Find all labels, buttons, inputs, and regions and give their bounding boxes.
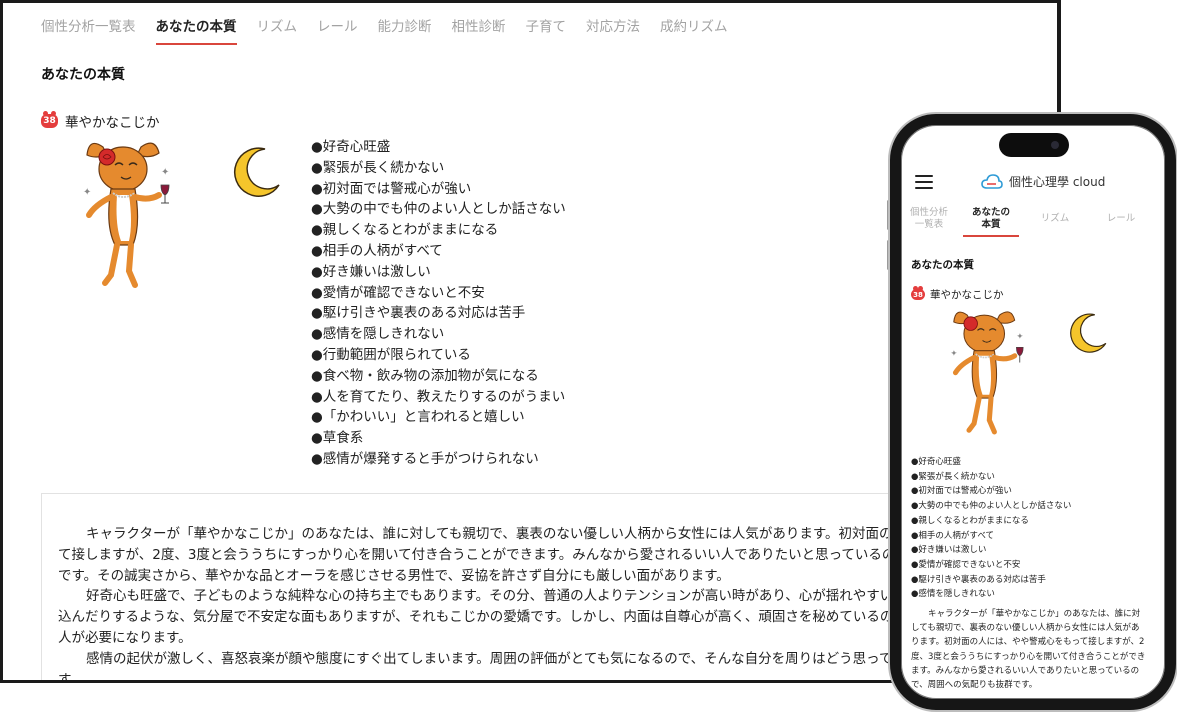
trait-item: ●草食系: [311, 430, 364, 447]
trait-item: ●「かわいい」と言われると嬉しい: [311, 409, 525, 426]
deer-icon: ✦ ✦: [83, 142, 170, 288]
dynamic-island: [999, 133, 1069, 157]
hamburger-menu-icon[interactable]: [915, 175, 933, 189]
moon-icon: [233, 147, 280, 197]
svg-text:✦: ✦: [950, 348, 957, 358]
deer-character-illustration: ✦ ✦: [83, 142, 170, 288]
phone-trait-item: ●感情を隠しきれない: [911, 589, 995, 600]
character-name: 華やかなこじか: [930, 289, 1004, 301]
character-name: 華やかなこじか: [65, 115, 160, 131]
phone-section-title: あなたの本質: [911, 259, 974, 271]
trait-item: ●行動範囲が限られている: [311, 346, 471, 363]
section-title: あなたの本質: [41, 67, 125, 83]
tab-bar: 個性分析一覧表 あなたの本質 リズム レール 能力診断 相性診断 子育て 対応方法 成約リズム: [41, 11, 748, 45]
trait-item: ●親しくなるとわがままになる: [311, 222, 499, 239]
phone-tab-bar: 個性分析 一覧表 あなたの 本質 リズム レール: [901, 207, 1165, 237]
tab-1[interactable]: 個性分析一覧表: [41, 11, 136, 45]
phone-trait-item: ●親しくなるとわがままになる: [911, 515, 1029, 526]
trait-item: ●感情が爆発すると手がつけられない: [311, 450, 539, 467]
trait-item: ●好奇心旺盛: [311, 139, 391, 155]
phone-tab-3[interactable]: リズム: [1025, 207, 1085, 237]
trait-item: ●大勢の中でも仲のよい人としか話さない: [311, 201, 566, 218]
character-number-badge: 38: [911, 286, 925, 300]
phone-trait-item: ●駆け引きや裏表のある対応は苦手: [911, 574, 1046, 585]
phone-trait-item: ●緊張が長く続かない: [911, 471, 995, 482]
cloud-icon: [981, 173, 1003, 189]
trait-item: ●感情を隠しきれない: [311, 326, 445, 343]
phone-description-paragraph: キャラクターが「華やかなこじか」のあなたは、誰に対しても親切で、裏表のない優しい…: [911, 609, 1146, 691]
phone-character-label: 38 華やかなこじか: [911, 286, 1004, 302]
trait-item: ●好き嫌いは激しい: [311, 263, 431, 280]
phone-traits-list: ●好奇心旺盛 ●緊張が長く続かない ●初対面では警戒心が強い ●大勢の中でも仲のよい人…: [911, 455, 1071, 602]
trait-item: ●人を育てたり、教えたりするのがうまい: [311, 388, 566, 405]
trait-item: ●緊張が長く続かない: [311, 159, 445, 176]
app-logo: 個性心理學 cloud: [981, 173, 1105, 190]
phone-trait-item: ●好き嫌いは激しい: [911, 545, 987, 556]
phone-trait-item: ●初対面では警戒心が強い: [911, 486, 1012, 497]
tab-7[interactable]: 子育て: [526, 11, 567, 45]
phone-mockup: 個性心理學 cloud 個性分析 一覧表 あなたの 本質 リズム レール あなたの本質…: [890, 114, 1176, 710]
tab-3[interactable]: リズム: [257, 11, 298, 45]
phone-trait-item: ●好奇心旺盛: [911, 457, 961, 467]
svg-text:✦: ✦: [83, 187, 91, 198]
tab-5[interactable]: 能力診断: [378, 11, 432, 45]
deer-character-illustration: ✦ ✦: [950, 311, 1024, 435]
phone-trait-item: ●愛情が確認できないと不安: [911, 559, 1021, 570]
deer-icon: ✦ ✦: [950, 311, 1024, 435]
phone-tab-2[interactable]: あなたの 本質: [963, 207, 1019, 237]
character-label: 38 華やかなこじか: [41, 111, 160, 131]
tab-9[interactable]: 成約リズム: [660, 11, 728, 45]
phone-tab-1[interactable]: 個性分析 一覧表: [901, 207, 957, 237]
trait-item: ●相手の人柄がすべて: [311, 242, 443, 259]
trait-item: ●駆け引きや裏表のある対応は苦手: [311, 305, 526, 322]
phone-tab-4[interactable]: レール: [1091, 207, 1151, 237]
moon-icon: [1070, 313, 1107, 353]
trait-item: ●食べ物・飲み物の添加物が気になる: [311, 367, 539, 384]
svg-text:✦: ✦: [1016, 331, 1023, 341]
tab-2[interactable]: あなたの本質: [155, 11, 237, 45]
traits-list: ●好奇心旺盛 ●緊張が長く続かない ●初対面では警戒心が強い ●大勢の中でも仲のよい人…: [311, 137, 566, 470]
character-number-badge: 38: [41, 111, 58, 128]
phone-trait-item: ●大勢の中でも仲のよい人としか話さない: [911, 501, 1072, 512]
trait-item: ●愛情が確認できないと不安: [311, 284, 485, 301]
tab-4[interactable]: レール: [317, 11, 358, 45]
tab-6[interactable]: 相性診断: [452, 11, 506, 45]
trait-item: ●初対面では警戒心が強い: [311, 180, 472, 197]
app-title: 個性心理學 cloud: [1009, 175, 1106, 189]
phone-trait-item: ●相手の人柄がすべて: [911, 530, 994, 541]
tab-8[interactable]: 対応方法: [586, 11, 640, 45]
svg-text:✦: ✦: [161, 167, 169, 178]
